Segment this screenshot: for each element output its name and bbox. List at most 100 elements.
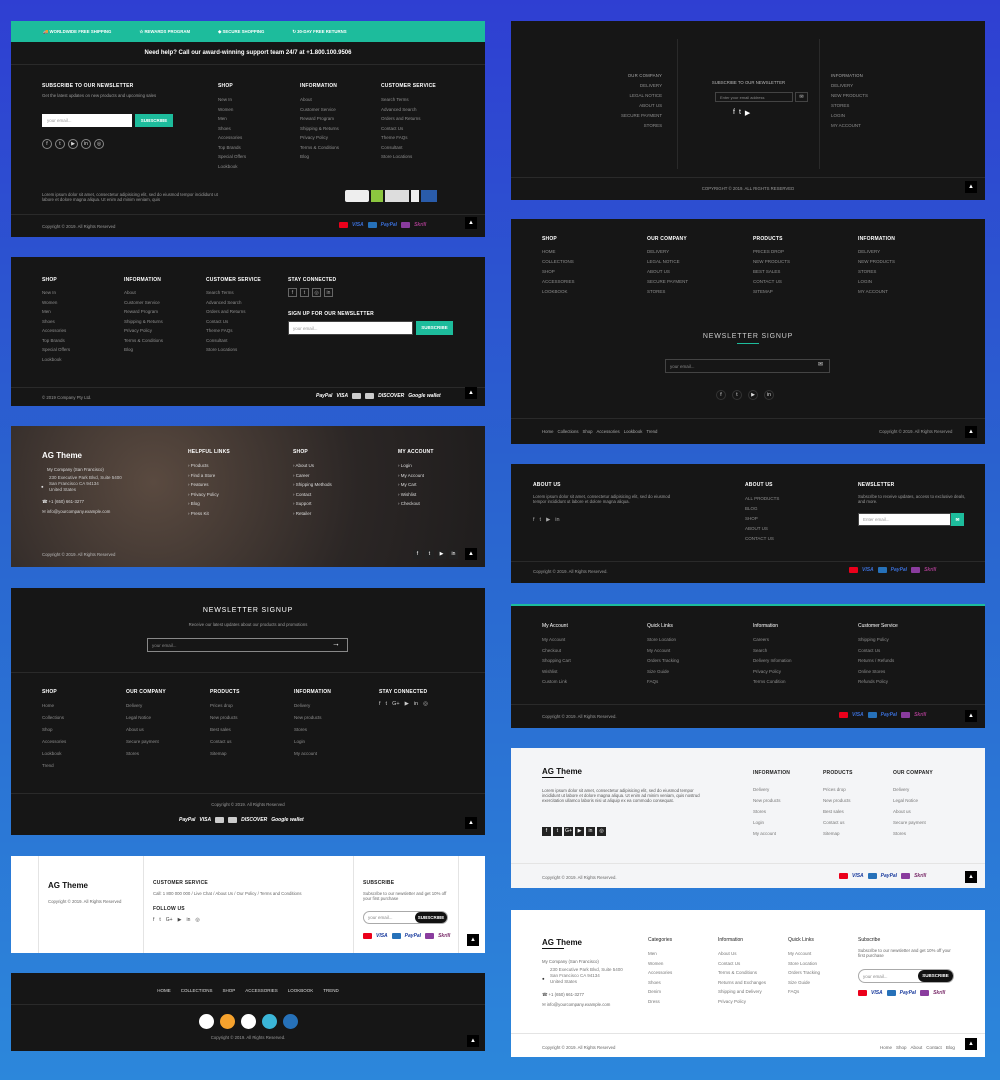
subscribe-button[interactable]: SUBSCRIBE	[918, 970, 953, 982]
link[interactable]: Top Brands	[218, 145, 246, 150]
link[interactable]: Search Terms	[381, 97, 436, 102]
twitter-icon[interactable]: t	[540, 517, 542, 523]
back-to-top-button[interactable]: ▲	[465, 387, 477, 399]
back-to-top-button[interactable]: ▲	[467, 934, 479, 946]
arrow-right-icon[interactable]: →	[332, 639, 340, 648]
twitter-icon[interactable]: t	[732, 390, 742, 400]
mail-icon[interactable]: ✉	[795, 92, 808, 102]
instagram-icon[interactable]: ◎	[312, 288, 321, 297]
back-to-top-button[interactable]: ▲	[965, 871, 977, 883]
facebook-icon[interactable]: f	[413, 550, 422, 559]
link[interactable]: Blog	[300, 154, 339, 159]
subscribe-button[interactable]: SUBSCRIBE	[135, 114, 173, 127]
link[interactable]: New In	[218, 97, 246, 102]
link[interactable]: Special Offers	[218, 154, 246, 159]
back-to-top-button[interactable]: ▲	[965, 710, 977, 722]
linkedin-icon[interactable]: in	[586, 827, 595, 836]
youtube-icon[interactable]: ▶	[546, 517, 550, 523]
linkedin-icon[interactable]: in	[81, 139, 91, 149]
link[interactable]: Reward Program	[300, 116, 339, 121]
email-input[interactable]: Enter your email address	[715, 92, 793, 102]
back-to-top-button[interactable]: ▲	[467, 1035, 479, 1047]
twitter-icon[interactable]: t	[386, 701, 388, 707]
google-plus-icon[interactable]: G+	[392, 701, 400, 707]
subscribe-button[interactable]: SUBSCRIBE	[416, 321, 453, 335]
twitter-icon[interactable]: t	[300, 288, 309, 297]
youtube-icon[interactable]: ▶	[575, 827, 584, 836]
link[interactable]: Terms & Conditions	[300, 145, 339, 150]
link[interactable]: Contact Us	[381, 126, 436, 131]
back-to-top-button[interactable]: ▲	[965, 1038, 977, 1050]
facebook-icon[interactable]: f	[379, 701, 381, 707]
facebook-icon[interactable]: f	[533, 517, 535, 523]
facebook-icon[interactable]: f	[42, 139, 52, 149]
twitter-icon[interactable]: t	[739, 109, 741, 117]
link[interactable]: Store Locations	[381, 154, 436, 159]
link[interactable]: Privacy Policy	[300, 135, 339, 140]
linkedin-icon[interactable]: in	[449, 550, 458, 559]
cs-links[interactable]: Call: 1 800 000 000 / Live Chat / About …	[153, 891, 301, 896]
link[interactable]: Consultant	[381, 145, 436, 150]
email-input[interactable]: your email...	[665, 359, 830, 373]
link[interactable]: Theme FAQs	[381, 135, 436, 140]
youtube-icon[interactable]: ▶	[68, 139, 78, 149]
nav-trend[interactable]: TREND	[323, 988, 339, 993]
back-to-top-button[interactable]: ▲	[965, 181, 977, 193]
link[interactable]: About	[300, 97, 339, 102]
link[interactable]: Men	[218, 116, 246, 121]
twitter-icon[interactable]: t	[159, 917, 160, 923]
google-plus-icon[interactable]: G+	[564, 827, 573, 836]
mail-icon[interactable]: ✉	[818, 361, 823, 368]
nav-lookbook[interactable]: LOOKBOOK	[288, 988, 314, 993]
facebook-icon[interactable]: f	[716, 390, 726, 400]
twitter-icon[interactable]: t	[55, 139, 65, 149]
link[interactable]: Advanced Search	[381, 107, 436, 112]
back-to-top-button[interactable]: ▲	[965, 426, 977, 438]
information-column: INFORMATION Delivery New products Stores Log…	[294, 689, 332, 756]
email-input[interactable]: your email...	[288, 321, 413, 335]
back-to-top-button[interactable]: ▲	[465, 548, 477, 560]
youtube-icon[interactable]: ▶	[748, 390, 758, 400]
nav-home[interactable]: HOME	[157, 988, 171, 993]
google-plus-icon[interactable]: G+	[166, 917, 173, 923]
subscribe-button[interactable]: SUBSCRIBE	[415, 912, 447, 923]
linkedin-icon[interactable]: in	[186, 917, 190, 923]
facebook-icon[interactable]: f	[733, 109, 735, 117]
youtube-icon[interactable]: ▶	[437, 550, 446, 559]
facebook-icon[interactable]: f	[542, 827, 551, 836]
youtube-icon[interactable]: ▶	[178, 917, 182, 923]
newsletter-desc: Subscribe to receive updates, access to …	[858, 494, 966, 505]
link[interactable]: Women	[218, 107, 246, 112]
twitter-icon[interactable]: t	[425, 550, 434, 559]
nav-collections[interactable]: COLLECTIONS	[181, 988, 213, 993]
linkedin-icon[interactable]: in	[555, 517, 559, 523]
facebook-icon[interactable]: f	[153, 917, 154, 923]
link[interactable]: Accessories	[218, 135, 246, 140]
link[interactable]: Lookbook	[218, 164, 246, 169]
back-to-top-button[interactable]: ▲	[465, 217, 477, 229]
facebook-icon[interactable]: f	[288, 288, 297, 297]
nav-shop[interactable]: SHOP	[222, 988, 235, 993]
footer-demo-1: 🚚 WORLDWIDE FREE SHIPPING ☆ REWARDS PROG…	[11, 21, 485, 237]
instagram-icon[interactable]: ◎	[94, 139, 104, 149]
link[interactable]: Orders and Returns	[381, 116, 436, 121]
linkedin-icon[interactable]: in	[414, 701, 418, 707]
send-button[interactable]: ✉	[951, 513, 964, 526]
email-input[interactable]: Enter email...	[858, 513, 951, 526]
github-icon[interactable]: ◎	[597, 827, 606, 836]
nav-accessories[interactable]: ACCESSORIES	[245, 988, 278, 993]
linkedin-icon[interactable]: in	[764, 390, 774, 400]
newsletter-title: NEWSLETTER SIGNUP	[202, 607, 294, 614]
youtube-icon[interactable]: ▶	[745, 109, 750, 117]
youtube-icon[interactable]: ▶	[405, 701, 409, 707]
email-input[interactable]: your email...	[42, 114, 132, 127]
linkedin-icon[interactable]: in	[324, 288, 333, 297]
link[interactable]: Customer Service	[300, 107, 339, 112]
twitter-icon[interactable]: t	[553, 827, 562, 836]
link[interactable]: Shoes	[218, 126, 246, 131]
github-icon[interactable]: ◎	[195, 917, 199, 923]
link[interactable]: Shipping & Returns	[300, 126, 339, 131]
back-to-top-button[interactable]: ▲	[465, 817, 477, 829]
github-icon[interactable]: ◎	[423, 701, 428, 707]
email-input[interactable]: your email...	[147, 638, 348, 652]
